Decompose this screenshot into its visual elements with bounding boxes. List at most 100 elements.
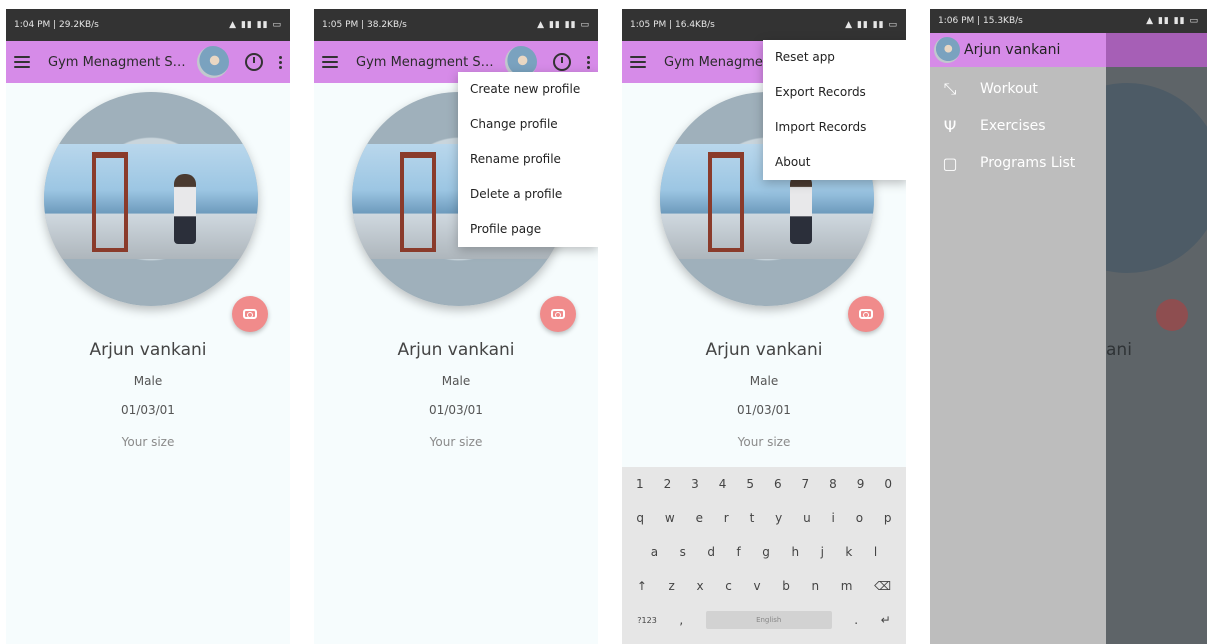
menu-item-reset-app[interactable]: Reset app	[763, 40, 906, 75]
enter-key[interactable]: ↵	[881, 613, 891, 627]
key[interactable]: f	[737, 545, 741, 559]
key[interactable]: u	[803, 511, 811, 525]
key[interactable]: 8	[829, 477, 837, 491]
screen-1: 1:04 PM | 29.2KB/s ▲ ▮▮ ▮▮ ▭ Gym Menagme…	[6, 9, 290, 644]
space-key[interactable]: English	[705, 611, 832, 629]
key[interactable]: d	[707, 545, 715, 559]
key[interactable]: n	[811, 579, 819, 593]
content-scrim[interactable]: ani	[1106, 33, 1207, 644]
key[interactable]: y	[775, 511, 782, 525]
key[interactable]: k	[845, 545, 852, 559]
key[interactable]: 4	[719, 477, 727, 491]
soft-keyboard: 1 2 3 4 5 6 7 8 9 0 q w e r t y u i o p …	[622, 467, 906, 644]
keyboard-row-top: q w e r t y u i o p	[622, 501, 906, 535]
drawer-item-workout[interactable]: ⤡ Workout	[930, 72, 1106, 106]
photo-scene	[44, 144, 258, 259]
menu-item-rename-profile[interactable]: Rename profile	[458, 142, 598, 177]
dimmed-camera-button	[1156, 299, 1188, 331]
key[interactable]: 3	[691, 477, 699, 491]
key[interactable]: p	[884, 511, 892, 525]
period-key[interactable]: .	[854, 613, 858, 627]
screen-4: 1:06 PM | 15.3KB/s ▲ ▮▮ ▮▮ ▭ ani Arjun v…	[930, 9, 1207, 644]
key[interactable]: b	[782, 579, 790, 593]
key[interactable]: o	[856, 511, 863, 525]
symbols-key[interactable]: ?123	[637, 616, 657, 625]
drawer-user-name: Arjun vankani	[964, 42, 1061, 58]
profile-gender: Male	[749, 374, 779, 388]
drawer-item-exercises[interactable]: Ψ Exercises	[930, 109, 1106, 143]
app-title: Gym Menagment Syst...	[356, 54, 499, 70]
camera-button[interactable]	[540, 296, 576, 332]
key[interactable]: m	[841, 579, 853, 593]
key[interactable]: 9	[857, 477, 865, 491]
profile-size[interactable]: Your size	[314, 435, 598, 449]
dimmed-profile-photo	[1106, 83, 1207, 273]
drawer-item-label: Programs List	[980, 155, 1076, 171]
status-time: 1:05 PM | 16.4KB/s	[630, 20, 715, 30]
more-vert-icon[interactable]	[587, 55, 590, 69]
avatar[interactable]	[197, 46, 229, 78]
drawer-item-label: Workout	[980, 81, 1038, 97]
profile-size[interactable]: Your size	[6, 435, 290, 449]
key[interactable]: c	[725, 579, 732, 593]
menu-icon[interactable]	[322, 56, 338, 68]
workout-icon: ⤡	[943, 79, 957, 98]
avatar	[934, 37, 960, 63]
profile-size[interactable]: Your size	[622, 435, 906, 449]
menu-item-export-records[interactable]: Export Records	[763, 75, 906, 110]
menu-item-about[interactable]: About	[763, 145, 906, 180]
profile-name: Arjun vankani	[89, 340, 207, 360]
key[interactable]: z	[669, 579, 675, 593]
status-icons: ▲ ▮▮ ▮▮ ▭	[1146, 16, 1199, 26]
backspace-key[interactable]: ⌫	[874, 579, 891, 593]
key[interactable]: 1	[636, 477, 644, 491]
key[interactable]: 0	[884, 477, 892, 491]
menu-item-change-profile[interactable]: Change profile	[458, 107, 598, 142]
menu-item-profile-page[interactable]: Profile page	[458, 212, 598, 247]
key[interactable]: i	[832, 511, 835, 525]
profile-gender: Male	[441, 374, 471, 388]
key[interactable]: l	[874, 545, 877, 559]
key[interactable]: r	[724, 511, 729, 525]
timer-icon[interactable]	[553, 53, 571, 71]
key[interactable]: t	[750, 511, 755, 525]
profile-gender: Male	[133, 374, 163, 388]
camera-icon	[243, 309, 257, 319]
keyboard-row-middle: a s d f g h j k l	[622, 535, 906, 569]
status-bar: 1:05 PM | 38.2KB/s ▲ ▮▮ ▮▮ ▭	[314, 9, 598, 41]
camera-button[interactable]	[232, 296, 268, 332]
key[interactable]: e	[696, 511, 703, 525]
key[interactable]: s	[680, 545, 686, 559]
key[interactable]: x	[696, 579, 703, 593]
menu-icon[interactable]	[630, 56, 646, 68]
app-title: Gym Menagment Syst...	[48, 54, 191, 70]
menu-item-delete-profile[interactable]: Delete a profile	[458, 177, 598, 212]
app-bar: Gym Menagment Syst...	[6, 41, 290, 83]
key[interactable]: h	[791, 545, 799, 559]
key[interactable]: 5	[746, 477, 754, 491]
key[interactable]: j	[821, 545, 824, 559]
key[interactable]: 7	[802, 477, 810, 491]
key[interactable]: 2	[664, 477, 672, 491]
menu-item-import-records[interactable]: Import Records	[763, 110, 906, 145]
drawer-item-programs-list[interactable]: ▢ Programs List	[930, 146, 1106, 180]
key[interactable]: q	[636, 511, 644, 525]
timer-icon[interactable]	[245, 53, 263, 71]
key[interactable]: 6	[774, 477, 782, 491]
menu-icon[interactable]	[14, 56, 30, 68]
exercises-icon: Ψ	[943, 116, 957, 136]
menu-item-create-profile[interactable]: Create new profile	[458, 72, 598, 107]
status-time: 1:06 PM | 15.3KB/s	[938, 16, 1023, 26]
key[interactable]: v	[753, 579, 760, 593]
key[interactable]: g	[762, 545, 770, 559]
camera-button[interactable]	[848, 296, 884, 332]
more-vert-icon[interactable]	[279, 55, 282, 69]
status-bar: 1:06 PM | 15.3KB/s ▲ ▮▮ ▮▮ ▭	[930, 9, 1207, 33]
status-icons: ▲ ▮▮ ▮▮ ▭	[229, 20, 282, 30]
comma-key[interactable]: ,	[679, 613, 683, 627]
key[interactable]: w	[665, 511, 675, 525]
profile-menu: Create new profile Change profile Rename…	[458, 72, 598, 247]
shift-key[interactable]: ↑	[637, 579, 647, 593]
key[interactable]: a	[651, 545, 658, 559]
profile-name: Arjun vankani	[705, 340, 823, 360]
